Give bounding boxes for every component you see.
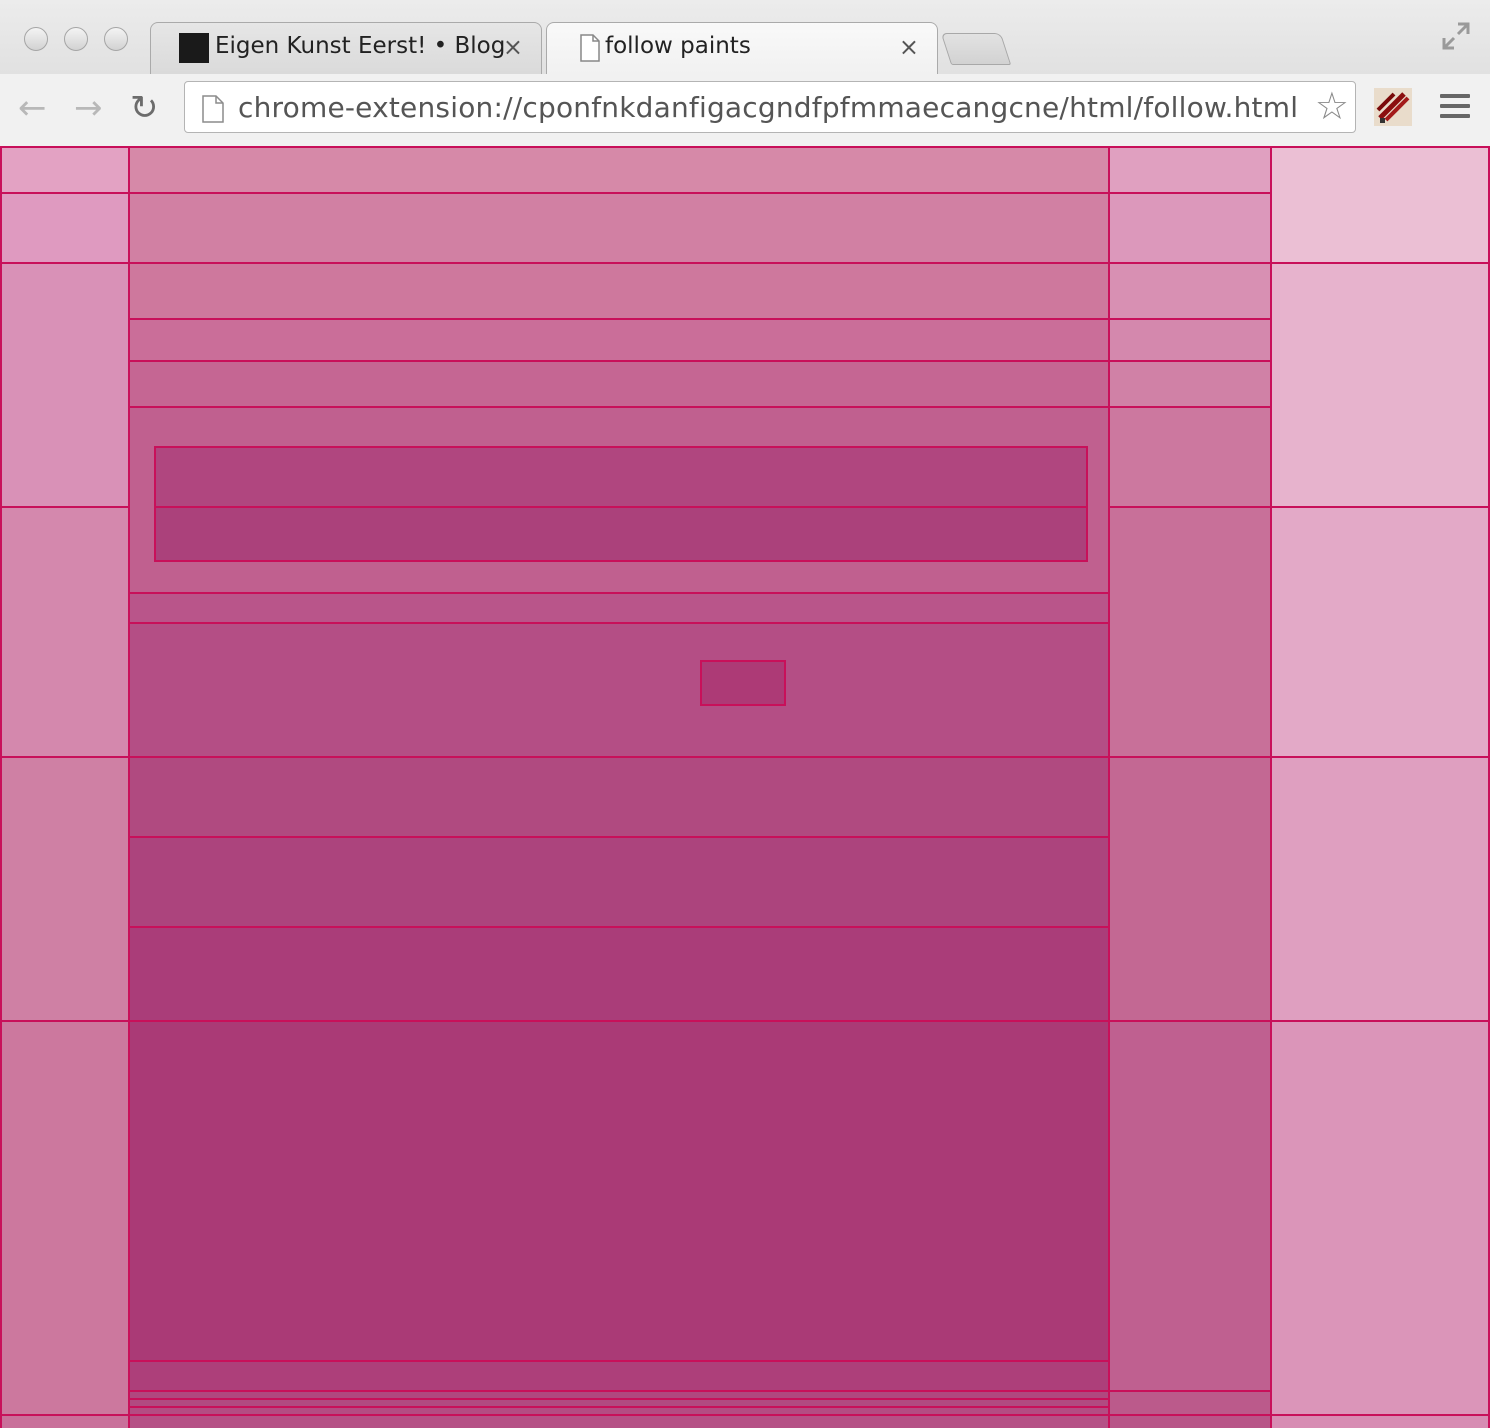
layout-box bbox=[1108, 360, 1272, 408]
layout-box bbox=[1270, 506, 1490, 758]
layout-box bbox=[128, 926, 1110, 1022]
layout-box bbox=[0, 506, 130, 758]
site-favicon bbox=[179, 33, 209, 63]
back-icon[interactable]: ← bbox=[18, 88, 47, 128]
layout-box bbox=[128, 146, 1110, 194]
layout-box bbox=[128, 1414, 1110, 1428]
layout-box bbox=[1108, 1020, 1272, 1392]
layout-box bbox=[1108, 262, 1272, 320]
layout-box bbox=[0, 146, 130, 194]
new-tab-button[interactable] bbox=[940, 33, 1012, 65]
bookmark-star-icon[interactable]: ☆ bbox=[1315, 86, 1349, 126]
url-text[interactable]: chrome-extension://cponfnkdanfigacgndfpf… bbox=[238, 91, 1298, 124]
layout-box bbox=[1108, 192, 1272, 264]
layout-box bbox=[1270, 756, 1490, 1022]
layout-box bbox=[154, 506, 1088, 562]
layout-box bbox=[128, 1020, 1110, 1362]
layout-box bbox=[128, 1360, 1110, 1392]
browser-chrome: Eigen Kunst Eerst! • Blog × follow paint… bbox=[0, 0, 1490, 147]
tab-close-icon[interactable]: × bbox=[899, 33, 919, 61]
layout-box bbox=[1270, 146, 1490, 264]
address-bar[interactable]: chrome-extension://cponfnkdanfigacgndfpf… bbox=[184, 81, 1356, 133]
forward-icon[interactable]: → bbox=[74, 88, 103, 128]
follow-button-placeholder[interactable] bbox=[700, 660, 786, 706]
tab-close-icon[interactable]: × bbox=[503, 33, 523, 61]
close-window-button[interactable] bbox=[24, 27, 48, 51]
page-icon bbox=[202, 95, 224, 123]
tab-title: follow paints bbox=[605, 33, 751, 59]
layout-box bbox=[0, 192, 130, 264]
fullscreen-icon[interactable] bbox=[1440, 20, 1472, 52]
layout-box bbox=[0, 1414, 130, 1428]
extension-paint-icon[interactable] bbox=[1374, 88, 1412, 126]
layout-box bbox=[128, 622, 1110, 758]
document-icon bbox=[580, 34, 600, 62]
tab-eigen-kunst-eerst[interactable]: Eigen Kunst Eerst! • Blog × bbox=[150, 22, 542, 74]
layout-box bbox=[0, 262, 130, 508]
layout-box bbox=[128, 318, 1110, 362]
minimize-window-button[interactable] bbox=[64, 27, 88, 51]
layout-box bbox=[1108, 318, 1272, 362]
layout-box bbox=[128, 192, 1110, 264]
layout-box bbox=[128, 360, 1110, 408]
layout-box bbox=[128, 262, 1110, 320]
layout-box bbox=[1108, 1390, 1272, 1416]
menu-icon[interactable] bbox=[1440, 94, 1470, 124]
layout-box bbox=[1108, 146, 1272, 194]
layout-box bbox=[0, 756, 130, 1022]
layout-box bbox=[1108, 406, 1272, 508]
tab-title: Eigen Kunst Eerst! • Blog bbox=[215, 33, 506, 59]
tab-follow-paints[interactable]: follow paints × bbox=[546, 22, 938, 74]
layout-box bbox=[128, 756, 1110, 838]
layout-box bbox=[0, 1020, 130, 1416]
layout-box bbox=[1108, 756, 1272, 1022]
page-viewport bbox=[0, 146, 1490, 1428]
toolbar: ← → ↻ chrome-extension://cponfnkdanfigac… bbox=[0, 74, 1490, 146]
layout-box bbox=[128, 836, 1110, 928]
zoom-window-button[interactable] bbox=[104, 27, 128, 51]
layout-box bbox=[1270, 1414, 1490, 1428]
layout-box bbox=[1108, 1414, 1272, 1428]
layout-box bbox=[1270, 262, 1490, 508]
layout-box bbox=[1270, 1020, 1490, 1416]
layout-box bbox=[128, 592, 1110, 624]
layout-box bbox=[1108, 506, 1272, 758]
reload-icon[interactable]: ↻ bbox=[130, 88, 159, 128]
